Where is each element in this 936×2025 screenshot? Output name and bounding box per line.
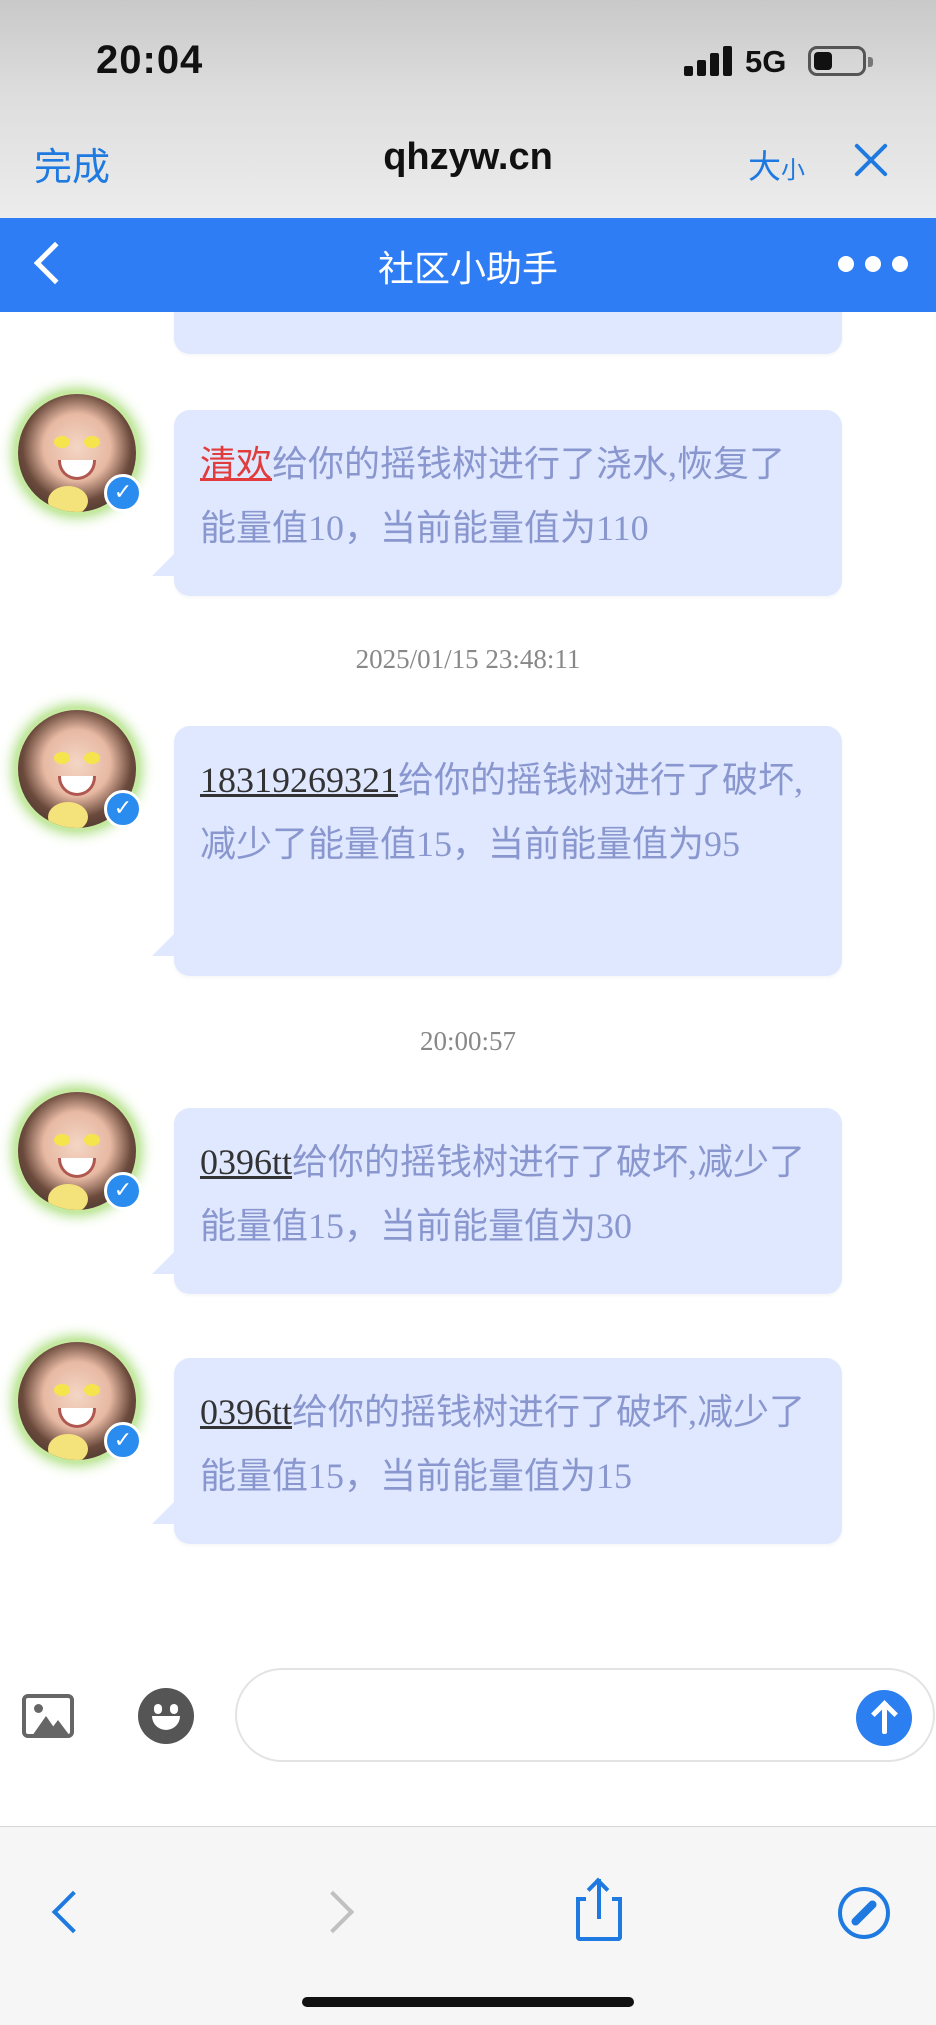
app-header: 社区小助手 xyxy=(0,218,936,312)
message-bubble: 清欢给你的摇钱树进行了浇水,恢复了能量值10，当前能量值为110 xyxy=(152,410,842,596)
verified-icon: ✓ xyxy=(104,474,142,512)
battery-icon xyxy=(808,46,873,76)
more-dots-icon[interactable] xyxy=(838,256,908,274)
page-title: 社区小助手 xyxy=(377,249,558,290)
message-timestamp: 2025/01/15 23:48:11 xyxy=(355,644,581,674)
verified-icon: ✓ xyxy=(104,1422,142,1460)
image-icon[interactable] xyxy=(22,1694,74,1738)
message-timestamp: 20:00:57 xyxy=(419,1026,516,1056)
status-time: 20:04 xyxy=(96,38,204,82)
compass-icon[interactable] xyxy=(838,1887,890,1939)
chat-list[interactable]: ✓ 清欢给你的摇钱树进行了浇水,恢复了能量值10，当前能量值为110 2025/… xyxy=(0,312,936,1652)
close-icon[interactable] xyxy=(852,141,890,179)
send-arrow-icon[interactable] xyxy=(856,1690,912,1746)
message-user-link[interactable]: 0396tt xyxy=(200,1392,292,1432)
browser-forward-icon[interactable] xyxy=(311,1890,355,1934)
message-text: 给你的摇钱树进行了浇水,恢复了能量值10，当前能量值为110 xyxy=(200,444,786,548)
message-bubble: 18319269321给你的摇钱树进行了破坏,减少了能量值15，当前能量值为95 xyxy=(152,726,842,976)
message-user-link[interactable]: 清欢 xyxy=(200,444,272,484)
text-size-button[interactable]: 大小 xyxy=(748,140,805,188)
message-input-bar xyxy=(0,1652,936,1826)
browser-top-chrome: 20:04 5G 完成 qhzyw.cn 大小 xyxy=(0,0,936,218)
message-user-link[interactable]: 18319269321 xyxy=(200,760,398,800)
message-bubble-partial xyxy=(174,312,842,354)
verified-icon: ✓ xyxy=(104,1172,142,1210)
text-size-small: 小 xyxy=(781,156,805,184)
message-user-link[interactable]: 0396tt xyxy=(200,1142,292,1182)
message-bubble: 0396tt给你的摇钱树进行了破坏,减少了能量值15，当前能量值为15 xyxy=(152,1358,842,1544)
share-icon[interactable] xyxy=(574,1877,624,1943)
network-label: 5G xyxy=(745,44,787,79)
message-bubble: 0396tt给你的摇钱树进行了破坏,减少了能量值15，当前能量值为30 xyxy=(152,1108,842,1294)
signal-icon xyxy=(684,46,732,76)
home-indicator[interactable] xyxy=(302,1997,634,2007)
browser-toolbar xyxy=(0,1826,936,2025)
emoji-icon[interactable] xyxy=(138,1688,194,1744)
message-input[interactable] xyxy=(235,1668,935,1762)
verified-icon: ✓ xyxy=(104,790,142,828)
browser-back-icon[interactable] xyxy=(51,1890,95,1934)
text-size-large: 大 xyxy=(748,147,781,186)
